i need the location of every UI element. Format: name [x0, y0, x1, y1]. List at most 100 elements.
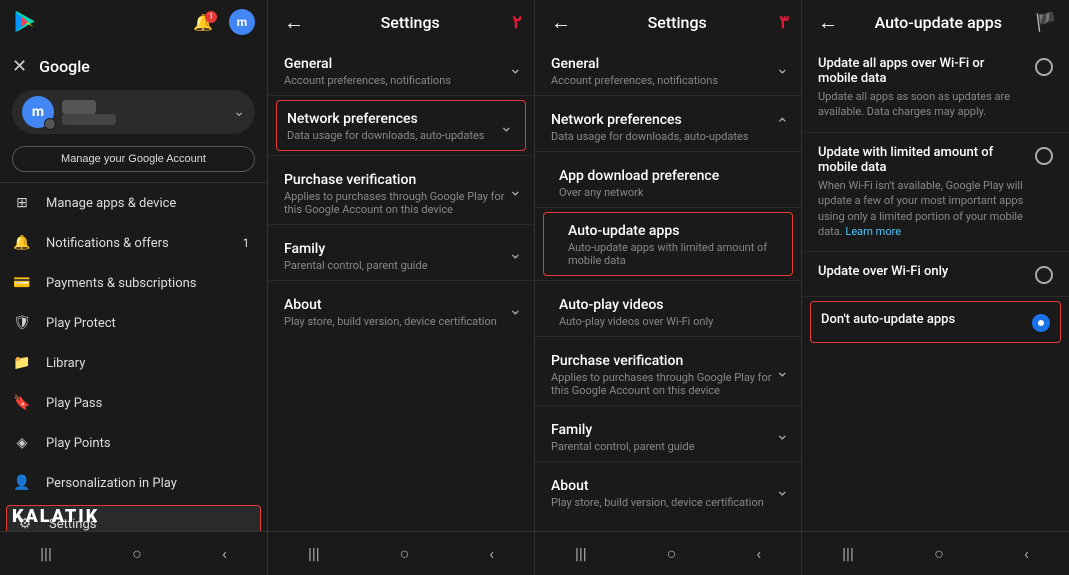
- section-auto-update[interactable]: Auto-update apps Auto-update apps with l…: [543, 212, 793, 276]
- radio-circle[interactable]: [1035, 58, 1053, 76]
- section-about[interactable]: About Play store, build version, device …: [535, 466, 801, 513]
- nav-home-button[interactable]: ○: [384, 536, 426, 572]
- section-network[interactable]: Network preferences Data usage for downl…: [535, 100, 801, 147]
- account-row[interactable]: m •••••••• •••••••••••••••• ⌄: [12, 90, 255, 134]
- panel-auto-update: ← Auto-update apps 🏴 Update all apps ove…: [802, 0, 1069, 575]
- menu-item-personalization[interactable]: 👤 Personalization in Play: [0, 463, 267, 503]
- panel-title: Google: [39, 57, 90, 76]
- section-subtitle: Over any network: [559, 186, 785, 199]
- section-subtitle: Account preferences, notifications: [551, 74, 785, 87]
- option-title: Don't auto-update apps: [821, 312, 1022, 327]
- section-purchase[interactable]: Purchase verification Applies to purchas…: [268, 160, 534, 220]
- section-subtitle: Applies to purchases through Google Play…: [551, 371, 785, 397]
- bell-icon: 🔔: [12, 233, 32, 253]
- account-chevron-icon: ⌄: [233, 104, 245, 120]
- option-limited-mobile[interactable]: Update with limited amount of mobile dat…: [802, 133, 1069, 253]
- divider: [535, 336, 801, 337]
- section-app-download[interactable]: App download preference Over any network: [535, 156, 801, 203]
- section-family[interactable]: Family Parental control, parent guide ⌄: [535, 410, 801, 457]
- menu-item-payments[interactable]: 💳 Payments & subscriptions: [0, 263, 267, 303]
- section-autoplay[interactable]: Auto-play videos Auto-play videos over W…: [535, 285, 801, 332]
- chevron-up-icon: ⌃: [776, 114, 789, 133]
- section-title: Family: [284, 241, 518, 257]
- radio-row: Update all apps over Wi-Fi or mobile dat…: [818, 56, 1053, 120]
- section-family[interactable]: Family Parental control, parent guide ⌄: [268, 229, 534, 276]
- section-network[interactable]: Network preferences Data usage for downl…: [276, 100, 526, 151]
- menu-label: Play Points: [46, 436, 255, 451]
- nav-back-button[interactable]: ‹: [1008, 536, 1045, 571]
- radio-text: Update over Wi-Fi only: [818, 264, 1025, 279]
- section-general[interactable]: General Account preferences, notificatio…: [268, 44, 534, 91]
- menu-item-play-points[interactable]: ◈ Play Points: [0, 423, 267, 463]
- section-title: General: [284, 56, 518, 72]
- section-about[interactable]: About Play store, build version, device …: [268, 285, 534, 332]
- nav-back-button[interactable]: ‹: [740, 536, 777, 571]
- nav-home-button[interactable]: ○: [651, 536, 693, 572]
- settings-top-bar: ← Settings ۳: [535, 0, 801, 44]
- back-button[interactable]: ←: [280, 6, 308, 39]
- radio-circle[interactable]: [1035, 266, 1053, 284]
- nav-menu-button[interactable]: |||: [826, 536, 870, 571]
- account-info: •••••••• ••••••••••••••••: [62, 100, 233, 125]
- panel-title: Auto-update apps: [842, 13, 1035, 32]
- menu-item-play-protect[interactable]: 🛡 Play Protect: [0, 303, 267, 343]
- radio-row: Don't auto-update apps: [821, 312, 1050, 332]
- divider: [535, 280, 801, 281]
- account-avatar: m: [22, 96, 54, 128]
- nav-menu-button[interactable]: |||: [24, 536, 68, 571]
- menu-label: Payments & subscriptions: [46, 276, 255, 291]
- p1-top-bar: 🔔 1 m: [0, 0, 267, 44]
- folder-icon: 📁: [12, 353, 32, 373]
- section-general[interactable]: General Account preferences, notificatio…: [535, 44, 801, 91]
- back-button[interactable]: ←: [814, 6, 842, 39]
- section-subtitle: Auto-play videos over Wi-Fi only: [559, 315, 785, 328]
- settings-title: Settings: [308, 13, 512, 32]
- divider: [268, 280, 534, 281]
- radio-text: Don't auto-update apps: [821, 312, 1022, 327]
- section-title: Auto-play videos: [559, 297, 785, 313]
- option-wifi-only[interactable]: Update over Wi-Fi only: [802, 252, 1069, 297]
- nav-back-button[interactable]: ‹: [206, 536, 243, 571]
- nav-back-button[interactable]: ‹: [473, 536, 510, 571]
- grid-icon: ⊞: [12, 193, 32, 213]
- section-title: Family: [551, 422, 785, 438]
- option-wifi-or-mobile[interactable]: Update all apps over Wi-Fi or mobile dat…: [802, 44, 1069, 133]
- option-dont-update[interactable]: Don't auto-update apps: [810, 301, 1061, 343]
- diamond-icon: ◈: [12, 433, 32, 453]
- avatar-edit-badge: [44, 118, 56, 130]
- divider: [268, 155, 534, 156]
- menu-item-notifications[interactable]: 🔔 Notifications & offers 1: [0, 223, 267, 263]
- section-purchase[interactable]: Purchase verification Applies to purchas…: [535, 341, 801, 401]
- section-subtitle: Play store, build version, device certif…: [551, 496, 785, 509]
- menu-item-library[interactable]: 📁 Library: [0, 343, 267, 383]
- nav-home-button[interactable]: ○: [116, 536, 158, 572]
- manage-account-button[interactable]: Manage your Google Account: [12, 146, 255, 172]
- nav-home-button[interactable]: ○: [918, 536, 960, 572]
- section-title: App download preference: [559, 168, 785, 184]
- account-name: ••••••••: [62, 100, 233, 114]
- section-subtitle: Parental control, parent guide: [284, 259, 518, 272]
- flag-icon: ۳: [779, 12, 789, 33]
- nav-menu-button[interactable]: |||: [559, 536, 603, 571]
- section-title: General: [551, 56, 785, 72]
- option-subtitle: When Wi-Fi isn't available, Google Play …: [818, 178, 1025, 240]
- section-subtitle: Account preferences, notifications: [284, 74, 518, 87]
- radio-circle-selected[interactable]: [1032, 314, 1050, 332]
- learn-more-link[interactable]: Learn more: [845, 225, 901, 238]
- section-title: About: [284, 297, 518, 313]
- shield-icon: 🛡: [12, 313, 32, 333]
- radio-circle[interactable]: [1035, 147, 1053, 165]
- radio-text: Update all apps over Wi-Fi or mobile dat…: [818, 56, 1025, 120]
- divider: [268, 95, 534, 96]
- avatar[interactable]: m: [229, 9, 255, 35]
- panel2-bottom-nav: ||| ○ ‹: [268, 531, 534, 575]
- menu-label: Notifications & offers: [46, 236, 237, 251]
- nav-menu-button[interactable]: |||: [292, 536, 336, 571]
- menu-item-play-pass[interactable]: 🔖 Play Pass: [0, 383, 267, 423]
- play-store-logo-icon: [12, 8, 40, 36]
- chevron-down-icon: ⌄: [509, 181, 522, 200]
- section-subtitle: Data usage for downloads, auto-updates: [551, 130, 785, 143]
- menu-item-manage-apps[interactable]: ⊞ Manage apps & device: [0, 183, 267, 223]
- close-button[interactable]: ✕: [12, 56, 27, 77]
- back-button[interactable]: ←: [547, 6, 575, 39]
